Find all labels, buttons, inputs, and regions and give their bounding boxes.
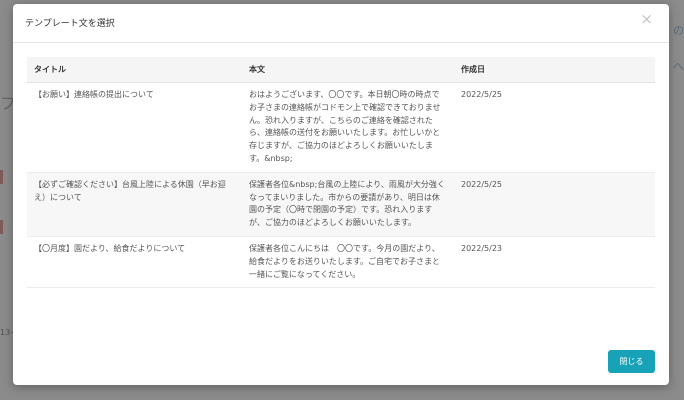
row-title: 【必ずご確認ください】台風上陸による休園（早お迎え）について — [27, 172, 242, 237]
close-button[interactable]: 閉じる — [608, 350, 655, 373]
modal-title: テンプレート文を選択 — [25, 19, 115, 29]
column-header-title: タイトル — [27, 57, 242, 83]
row-body: 保護者各位こんにちは 〇〇です。今月の園だより、給食だよりをお送りいたします。ご… — [242, 236, 454, 289]
close-icon[interactable]: × — [640, 12, 653, 27]
row-date: 2022/5/25 — [454, 172, 655, 237]
row-title: 【お願い】連絡帳の提出について — [27, 82, 242, 173]
row-title: 【〇月度】園だより、給食だよりについて — [27, 236, 242, 289]
template-table-container: タイトル 本文 作成日 【お願い】連絡帳の提出について おはようございます、〇〇… — [27, 57, 655, 289]
modal-header: テンプレート文を選択 × — [13, 4, 669, 43]
template-select-modal: テンプレート文を選択 × タイトル 本文 作成日 【お願い】連絡帳の提出について… — [13, 4, 669, 385]
table-row[interactable]: 【お願い】連絡帳の提出について おはようございます、〇〇です。本日朝〇時の時点で… — [27, 82, 655, 173]
table-row[interactable]: 【必ずご確認ください】台風上陸による休園（早お迎え）について 保護者各位&nbs… — [27, 172, 655, 237]
row-body: 保護者各位&nbsp;台風の上陸により、雨風が大分強くなってまいりました。市から… — [242, 172, 454, 237]
row-body: おはようございます、〇〇です。本日朝〇時の時点でお子さまの連絡帳がコドモン上で確… — [242, 82, 454, 173]
row-date: 2022/5/23 — [454, 236, 655, 289]
table-header-row: タイトル 本文 作成日 — [27, 57, 655, 83]
table-row[interactable]: 【〇月度】園だより、給食だよりについて 保護者各位こんにちは 〇〇です。今月の園… — [27, 236, 655, 289]
column-header-body: 本文 — [242, 57, 454, 83]
column-header-date: 作成日 — [454, 57, 655, 83]
template-table: タイトル 本文 作成日 【お願い】連絡帳の提出について おはようございます、〇〇… — [27, 57, 655, 289]
row-date: 2022/5/25 — [454, 82, 655, 173]
